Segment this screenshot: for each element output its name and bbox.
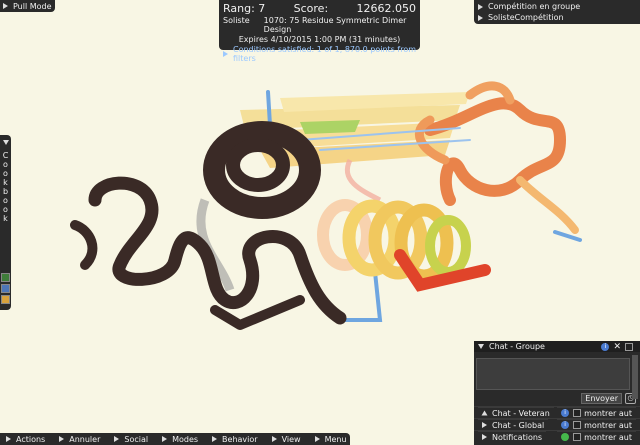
checkbox[interactable] (573, 421, 582, 429)
cookbook-letter: o (3, 160, 8, 169)
menu-social-label: Social (124, 434, 149, 444)
cookbook-letter: o (3, 205, 8, 214)
chat-channel-veteran[interactable]: Chat - Veteran i montrer aut (474, 406, 640, 418)
menu-behavior-label: Behavior (222, 434, 258, 444)
checkbox[interactable] (573, 433, 582, 441)
score-label: Score: (293, 2, 329, 15)
menu-behavior[interactable]: Behavior (212, 435, 258, 444)
info-icon[interactable]: i (561, 421, 570, 429)
alpha-helix (317, 199, 491, 292)
menu-actions[interactable]: Actions (6, 435, 45, 444)
dark-chain (70, 121, 347, 330)
chat-panel: Chat - Groupe i ✕ Envoyer ◷ Chat - Vetera… (474, 341, 640, 445)
close-icon[interactable]: ✕ (613, 342, 621, 352)
pull-mode-label: Pull Mode (13, 1, 52, 11)
cookbook-label: C o o k b o o k (0, 151, 11, 223)
channel-label: Chat - Global (492, 420, 545, 430)
puzzle-line: Soliste 1070: 75 Residue Symmetric Dimer… (223, 16, 416, 34)
group-competition-label: Compétition en groupe (488, 2, 581, 11)
info-icon[interactable]: i (561, 409, 570, 417)
chat-header[interactable]: Chat - Groupe i ✕ (474, 341, 640, 352)
menu-arrow-icon (114, 436, 120, 442)
channel-label: Notifications (492, 432, 543, 442)
expand-icon (223, 51, 228, 57)
cookbook-letter: C (2, 151, 9, 160)
status-icon[interactable] (561, 433, 570, 441)
notes-icon[interactable] (1, 295, 10, 304)
menu-view-label: View (281, 434, 301, 444)
cookbook-letter: o (3, 169, 8, 178)
collapse-icon (478, 344, 484, 349)
menu-arrow-icon (271, 436, 277, 442)
expand-icon (478, 3, 483, 10)
expires-label: Expires 4/10/2015 1:00 PM (31 minutes) (238, 35, 401, 44)
puzzle-title: 1070: 75 Residue Symmetric Dimer Design (263, 16, 407, 34)
chat-channel-global[interactable]: Chat - Global i montrer aut (474, 418, 640, 430)
score-panel: Rang: 7 Score: 12662.050 Soliste 1070: 7… (219, 0, 420, 63)
expand-icon (481, 410, 488, 416)
channel-toggle-label: montrer aut (584, 408, 632, 418)
channel-toggle-label: montrer aut (584, 432, 632, 442)
menu-arrow-icon (59, 436, 65, 442)
channel-label: Chat - Veteran (492, 408, 550, 418)
cookbook-letter: o (3, 196, 8, 205)
menu-modes[interactable]: Modes (162, 435, 198, 444)
chat-messages[interactable] (476, 358, 630, 390)
chat-channel-notifications[interactable]: Notifications montrer aut (474, 430, 640, 442)
conditions-label: Conditions satisfied: 1 of 1, 870.0 poin… (233, 45, 416, 63)
menu-arrow-icon (212, 436, 218, 442)
menu-arrow-icon (162, 436, 168, 442)
menu-menu-label: Menu (324, 434, 347, 444)
pull-mode-toggle[interactable]: Pull Mode (0, 0, 55, 12)
menu-arrow-icon (6, 436, 11, 442)
bottom-menu-bar: Actions Annuler Social Modes Behavior Vi… (0, 433, 350, 445)
menu-undo[interactable]: Annuler (59, 435, 100, 444)
send-button[interactable]: Envoyer (581, 392, 622, 404)
score-value: 12662.050 (356, 2, 416, 15)
conditions-link[interactable]: Conditions satisfied: 1 of 1, 870.0 poin… (223, 45, 416, 63)
checkbox[interactable] (625, 342, 633, 351)
menu-actions-label: Actions (16, 434, 46, 444)
cookbook-panel[interactable]: C o o k b o o k (0, 135, 11, 310)
play-icon (3, 3, 8, 9)
solo-competition-item[interactable]: SolisteCompétition (478, 12, 636, 23)
loop-chain (344, 158, 382, 203)
group-competition-item[interactable]: Compétition en groupe (478, 1, 636, 12)
menu-undo-label: Annuler (69, 434, 101, 444)
info-icon[interactable]: i (601, 342, 610, 351)
score-line: Rang: 7 Score: 12662.050 (223, 2, 416, 15)
cookbook-letter: k (3, 178, 8, 187)
menu-menu[interactable]: Menu (314, 434, 347, 444)
collapse-icon (2, 140, 9, 145)
chat-scrollbar[interactable] (632, 355, 638, 399)
expand-icon (482, 434, 487, 440)
menu-social[interactable]: Social (114, 435, 148, 444)
cookbook-letter: k (3, 214, 8, 223)
menu-modes-label: Modes (172, 434, 199, 444)
expand-icon (478, 14, 483, 21)
chat-header-label: Chat - Groupe (489, 342, 545, 351)
script-icon[interactable] (1, 273, 10, 282)
menu-view[interactable]: View (271, 434, 301, 444)
solo-competition-label: SolisteCompétition (488, 13, 564, 22)
channel-toggle-label: montrer aut (584, 420, 632, 430)
expand-icon (482, 422, 487, 428)
checkbox[interactable] (573, 409, 582, 417)
cookbook-letter: b (2, 187, 9, 196)
groups-panel: Compétition en groupe SolisteCompétition (474, 0, 640, 24)
rank-label: Rang: 7 (223, 2, 266, 15)
menu-arrow-icon (314, 436, 320, 442)
folder-icon[interactable] (1, 284, 10, 293)
mode-label: Soliste (223, 16, 250, 25)
